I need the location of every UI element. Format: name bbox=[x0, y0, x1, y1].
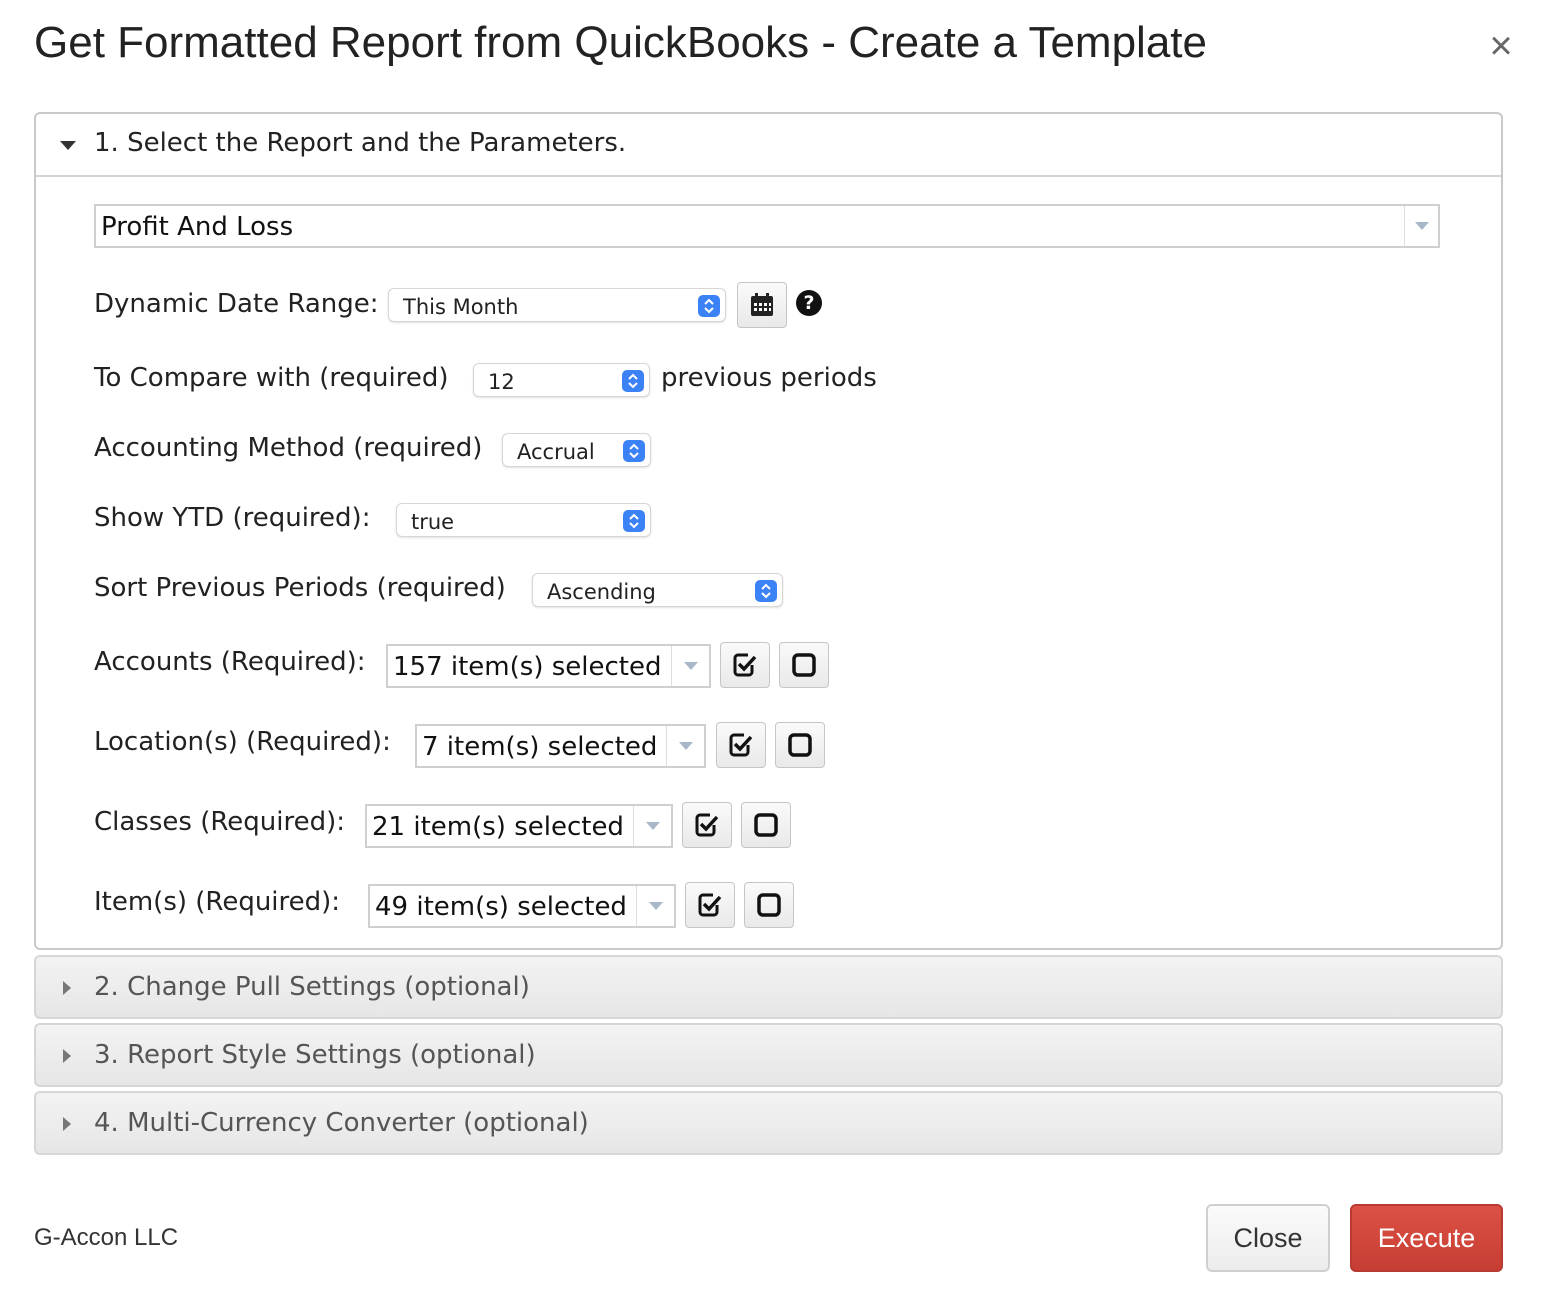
calendar-icon bbox=[751, 293, 773, 316]
section-report-parameters: 1. Select the Report and the Parameters.… bbox=[34, 112, 1503, 950]
accounts-multiselect[interactable]: 157 item(s) selected bbox=[386, 644, 711, 688]
collapsed-triangle-icon bbox=[63, 1049, 71, 1063]
sort-periods-label: Sort Previous Periods (required) bbox=[94, 573, 506, 603]
chevron-down-icon bbox=[649, 902, 663, 910]
checkbox-empty-icon bbox=[792, 653, 816, 677]
compare-suffix: previous periods bbox=[661, 363, 877, 393]
show-ytd-value: true bbox=[411, 510, 455, 534]
chevron-down-icon bbox=[646, 822, 660, 830]
compare-periods-value: 12 bbox=[488, 370, 515, 394]
stepper-arrows-icon bbox=[755, 580, 777, 602]
collapsed-triangle-icon bbox=[63, 981, 71, 995]
stepper-arrows-icon bbox=[623, 440, 645, 462]
section4-title: 4. Multi-Currency Converter (optional) bbox=[94, 1108, 589, 1138]
checkbox-empty-icon bbox=[757, 893, 781, 917]
chevron-down-icon bbox=[684, 662, 698, 670]
section-report-style[interactable]: 3. Report Style Settings (optional) bbox=[34, 1023, 1503, 1087]
stepper-arrows-icon bbox=[622, 370, 644, 392]
section1-title: 1. Select the Report and the Parameters. bbox=[94, 128, 627, 158]
locations-clear-button[interactable] bbox=[775, 722, 825, 768]
section-pull-settings[interactable]: 2. Change Pull Settings (optional) bbox=[34, 955, 1503, 1019]
locations-dropdown-toggle[interactable] bbox=[666, 726, 704, 766]
stepper-arrows-icon bbox=[623, 510, 645, 532]
classes-select-all-button[interactable] bbox=[682, 802, 732, 848]
brand-label: G-Accon LLC bbox=[34, 1224, 179, 1251]
classes-multiselect[interactable]: 21 item(s) selected bbox=[365, 804, 673, 848]
items-value: 49 item(s) selected bbox=[375, 892, 627, 922]
show-ytd-label: Show YTD (required): bbox=[94, 503, 371, 533]
section-multi-currency[interactable]: 4. Multi-Currency Converter (optional) bbox=[34, 1091, 1503, 1155]
accounts-clear-button[interactable] bbox=[779, 642, 829, 688]
section3-title: 3. Report Style Settings (optional) bbox=[94, 1040, 536, 1070]
compare-label: To Compare with (required) bbox=[94, 363, 449, 393]
section2-title: 2. Change Pull Settings (optional) bbox=[94, 972, 530, 1002]
classes-value: 21 item(s) selected bbox=[372, 812, 624, 842]
chevron-down-icon bbox=[1415, 222, 1429, 230]
compare-periods-select[interactable]: 12 bbox=[473, 363, 650, 397]
section1-header[interactable]: 1. Select the Report and the Parameters. bbox=[36, 114, 1501, 177]
accounts-label: Accounts (Required): bbox=[94, 647, 366, 677]
chevron-down-icon bbox=[679, 742, 693, 750]
stepper-arrows-icon bbox=[698, 295, 720, 317]
locations-select-all-button[interactable] bbox=[716, 722, 766, 768]
items-label: Item(s) (Required): bbox=[94, 887, 341, 917]
report-select[interactable]: Profit And Loss bbox=[94, 204, 1440, 248]
items-dropdown-toggle[interactable] bbox=[636, 886, 674, 926]
dialog-title: Get Formatted Report from QuickBooks - C… bbox=[34, 18, 1207, 67]
checkbox-checked-icon bbox=[733, 653, 757, 677]
show-ytd-select[interactable]: true bbox=[396, 503, 651, 537]
date-range-select[interactable]: This Month bbox=[388, 288, 726, 322]
checkbox-empty-icon bbox=[754, 813, 778, 837]
checkbox-checked-icon bbox=[729, 733, 753, 757]
help-icon[interactable]: ? bbox=[796, 290, 822, 316]
checkbox-empty-icon bbox=[788, 733, 812, 757]
accounts-select-all-button[interactable] bbox=[720, 642, 770, 688]
collapsed-triangle-icon bbox=[63, 1117, 71, 1131]
locations-value: 7 item(s) selected bbox=[422, 732, 658, 762]
items-clear-button[interactable] bbox=[744, 882, 794, 928]
locations-label: Location(s) (Required): bbox=[94, 727, 391, 757]
items-multiselect[interactable]: 49 item(s) selected bbox=[368, 884, 676, 928]
accounting-method-label: Accounting Method (required) bbox=[94, 433, 483, 463]
accounts-dropdown-toggle[interactable] bbox=[671, 646, 709, 686]
report-dropdown-toggle[interactable] bbox=[1404, 206, 1438, 246]
accounts-value: 157 item(s) selected bbox=[393, 652, 662, 682]
checkbox-checked-icon bbox=[695, 813, 719, 837]
classes-dropdown-toggle[interactable] bbox=[633, 806, 671, 846]
items-select-all-button[interactable] bbox=[685, 882, 735, 928]
close-icon[interactable]: × bbox=[1484, 26, 1518, 66]
expanded-triangle-icon bbox=[60, 141, 76, 150]
close-button[interactable]: Close bbox=[1206, 1204, 1330, 1272]
classes-label: Classes (Required): bbox=[94, 807, 345, 837]
accounting-method-value: Accrual bbox=[517, 440, 595, 464]
date-range-label: Dynamic Date Range: bbox=[94, 289, 379, 319]
checkbox-checked-icon bbox=[698, 893, 722, 917]
sort-periods-value: Ascending bbox=[547, 580, 656, 604]
report-select-value: Profit And Loss bbox=[101, 212, 294, 242]
classes-clear-button[interactable] bbox=[741, 802, 791, 848]
sort-periods-select[interactable]: Ascending bbox=[532, 573, 783, 607]
calendar-button[interactable] bbox=[737, 282, 787, 328]
locations-multiselect[interactable]: 7 item(s) selected bbox=[415, 724, 706, 768]
accounting-method-select[interactable]: Accrual bbox=[502, 433, 651, 467]
date-range-value: This Month bbox=[403, 295, 519, 319]
execute-button[interactable]: Execute bbox=[1350, 1204, 1503, 1272]
